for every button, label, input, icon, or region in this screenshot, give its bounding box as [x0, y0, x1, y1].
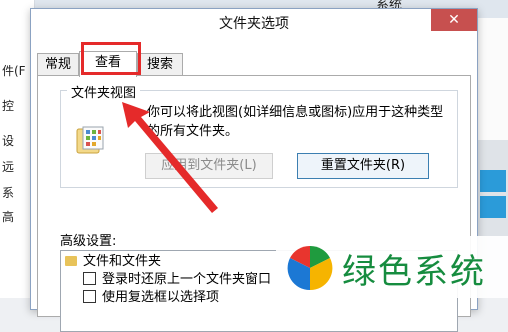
- dialog-titlebar: 文件夹选项 ✕: [31, 9, 477, 39]
- tab-general[interactable]: 常规: [37, 53, 79, 76]
- checkbox[interactable]: [83, 290, 96, 303]
- tree-category-label: 文件和文件夹: [83, 254, 162, 269]
- watermark: 绿色系统: [276, 236, 508, 298]
- watermark-logo-icon: [287, 245, 333, 291]
- advanced-settings-label: 高级设置:: [60, 234, 117, 249]
- tree-option-restore-windows[interactable]: 登录时还原上一个文件夹窗口: [83, 271, 271, 289]
- folder-views-icon: [76, 126, 104, 154]
- windows-logo-icon: [480, 170, 506, 192]
- tab-highlight-box: [81, 42, 141, 75]
- dialog-title: 文件夹选项: [219, 16, 289, 32]
- apply-to-folders-button[interactable]: 应用到文件夹(L): [145, 153, 273, 179]
- tab-search[interactable]: 搜索: [137, 53, 183, 76]
- windows-logo-icon: [480, 196, 506, 218]
- checkbox[interactable]: [83, 272, 96, 285]
- bg-link-fragment: 远: [2, 160, 15, 174]
- folder-icon: [65, 256, 77, 266]
- reset-folders-button[interactable]: 重置文件夹(R): [297, 153, 429, 179]
- bg-link-fragment: 高: [2, 210, 15, 224]
- folder-views-description: 你可以将此视图(如详细信息或图标)应用于这种类型的所有文件夹。: [147, 105, 444, 139]
- bg-link-fragment: 控: [2, 99, 15, 113]
- tree-option-label: 登录时还原上一个文件夹窗口: [102, 272, 272, 287]
- watermark-text: 绿色系统: [342, 252, 486, 292]
- folder-views-legend: 文件夹视图: [67, 82, 141, 101]
- bg-link-fragment: 系: [2, 186, 15, 200]
- folder-views-group: 文件夹视图 你可以将此视图(如详细信息或图标)应用于这种类型的所有文件夹。 应用…: [60, 82, 458, 188]
- bg-menu-fragment: 件(F: [2, 64, 26, 78]
- tree-option-use-checkboxes[interactable]: 使用复选框以选择项: [83, 289, 219, 307]
- tree-category-files-folders[interactable]: 文件和文件夹: [65, 253, 161, 271]
- close-button[interactable]: ✕: [431, 9, 477, 31]
- bg-link-fragment: 设: [2, 134, 15, 148]
